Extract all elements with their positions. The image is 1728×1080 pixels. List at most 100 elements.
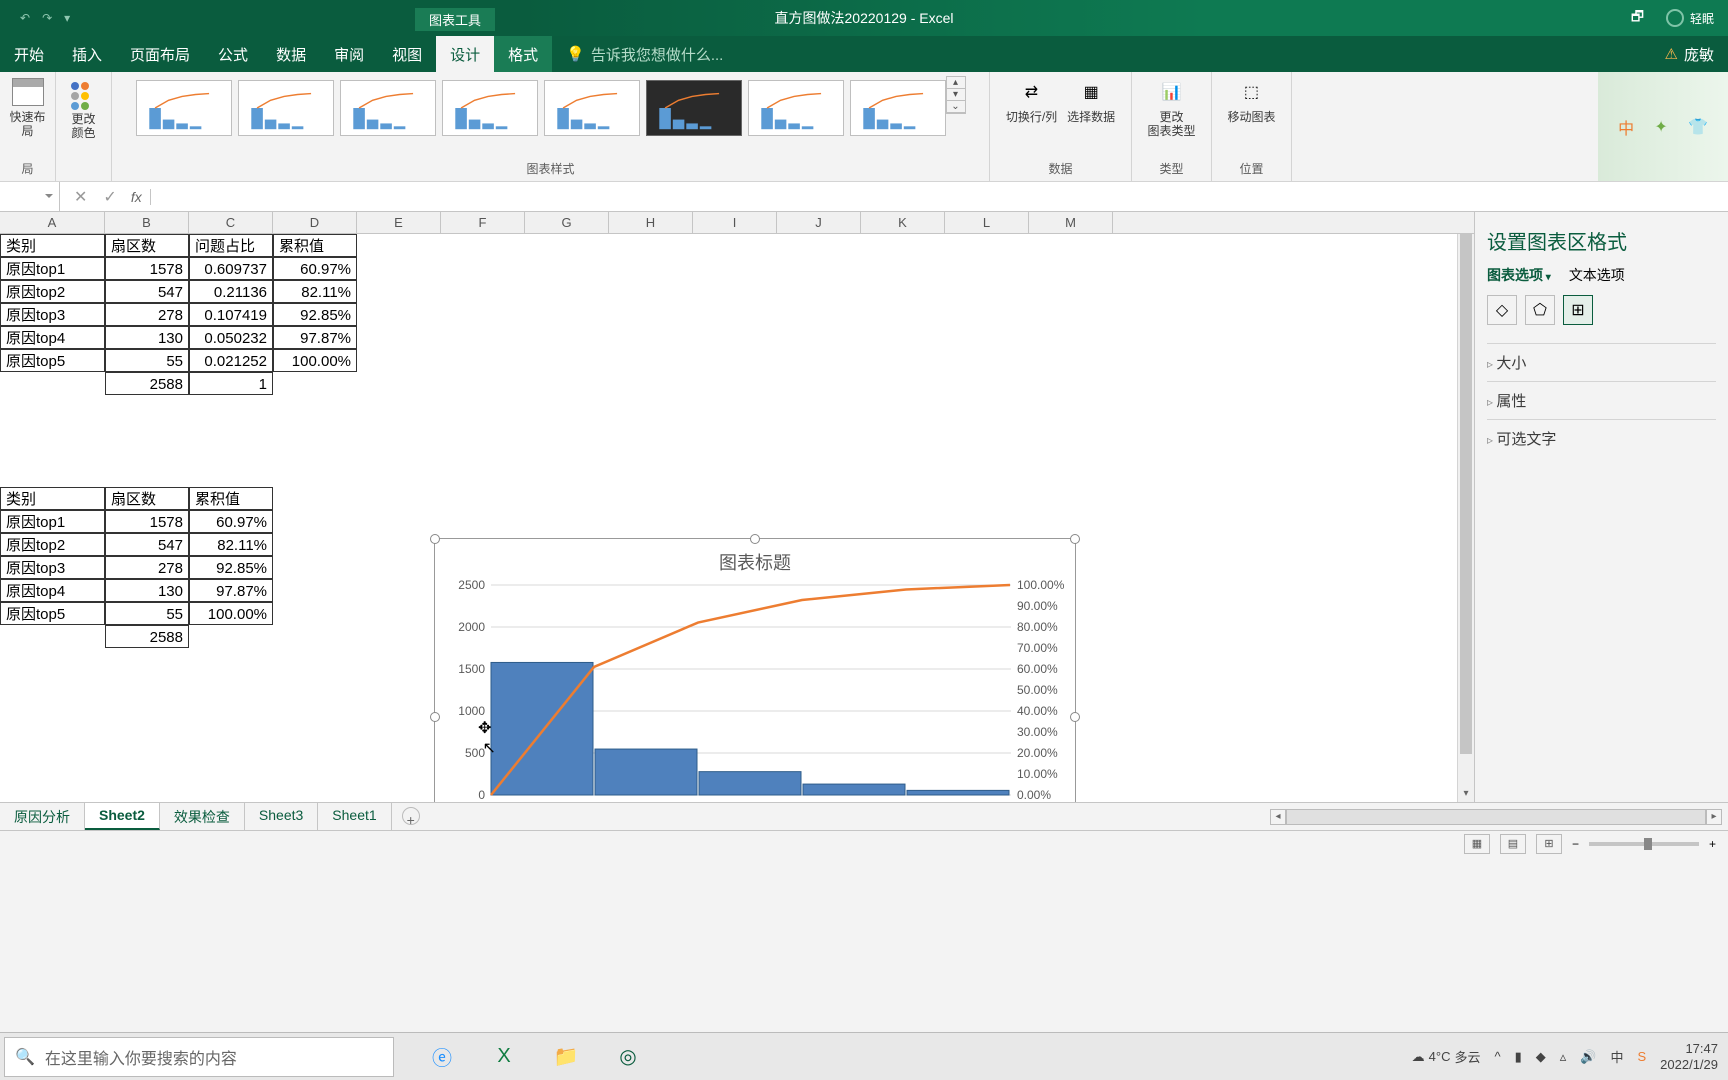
- cell[interactable]: 82.11%: [189, 533, 273, 556]
- tab-review[interactable]: 审阅: [320, 36, 378, 72]
- col-header-I[interactable]: I: [693, 212, 777, 233]
- cell[interactable]: 0.21136: [189, 280, 273, 303]
- resize-handle-tm[interactable]: [750, 534, 760, 544]
- tab-insert[interactable]: 插入: [58, 36, 116, 72]
- col-header-H[interactable]: H: [609, 212, 693, 233]
- app-excel[interactable]: X: [486, 1039, 522, 1075]
- cell[interactable]: 原因top4: [0, 579, 105, 602]
- cell[interactable]: 扇区数: [105, 234, 189, 257]
- hscroll-track[interactable]: [1286, 809, 1706, 825]
- restore-icon[interactable]: 🗗: [1631, 6, 1644, 30]
- resize-handle-tr[interactable]: [1070, 534, 1080, 544]
- chart-title[interactable]: 图表标题: [435, 539, 1075, 575]
- scrollbar-thumb[interactable]: [1460, 234, 1472, 754]
- chart-style-6[interactable]: [646, 80, 742, 136]
- chart-style-1[interactable]: [136, 80, 232, 136]
- cell[interactable]: 97.87%: [273, 326, 357, 349]
- redo-icon[interactable]: ↷: [42, 11, 52, 25]
- styles-scroll-down[interactable]: ▾: [947, 89, 965, 101]
- app-other[interactable]: ◎: [610, 1039, 646, 1075]
- tray-sogou-icon[interactable]: S: [1637, 1049, 1646, 1064]
- col-header-F[interactable]: F: [441, 212, 525, 233]
- cell[interactable]: 原因top4: [0, 326, 105, 349]
- format-tab-text-options[interactable]: 文本选项: [1569, 265, 1625, 285]
- tab-home[interactable]: 开始: [0, 36, 58, 72]
- cell[interactable]: 类别: [0, 487, 105, 510]
- cell[interactable]: 0.050232: [189, 326, 273, 349]
- change-chart-type-button[interactable]: 📊 更改 图表类型: [1147, 76, 1195, 139]
- tray-ime-icon[interactable]: 中: [1610, 1047, 1623, 1066]
- cell[interactable]: 278: [105, 556, 189, 579]
- tab-pagelayout[interactable]: 页面布局: [116, 36, 204, 72]
- cell[interactable]: 97.87%: [189, 579, 273, 602]
- add-sheet-button[interactable]: +: [402, 807, 420, 825]
- scroll-down-arrow[interactable]: ▾: [1458, 785, 1474, 802]
- chart-style-5[interactable]: [544, 80, 640, 136]
- styles-scroll-up[interactable]: ▴: [947, 77, 965, 89]
- cell[interactable]: 547: [105, 533, 189, 556]
- cell[interactable]: 55: [105, 602, 189, 625]
- cell[interactable]: 问题占比: [189, 234, 273, 257]
- move-chart-button[interactable]: ⬚ 移动图表: [1227, 76, 1275, 124]
- cell[interactable]: 60.97%: [273, 257, 357, 280]
- cell[interactable]: 0.609737: [189, 257, 273, 280]
- cell[interactable]: 547: [105, 280, 189, 303]
- cell[interactable]: 扇区数: [105, 487, 189, 510]
- col-header-E[interactable]: E: [357, 212, 441, 233]
- app-explorer[interactable]: 📁: [548, 1039, 584, 1075]
- chart-style-3[interactable]: [340, 80, 436, 136]
- tray-volume-icon[interactable]: 🔊: [1580, 1049, 1596, 1065]
- styles-more[interactable]: ⌄: [947, 101, 965, 113]
- formula-input[interactable]: [151, 189, 1728, 204]
- col-header-G[interactable]: G: [525, 212, 609, 233]
- name-box[interactable]: [0, 182, 60, 211]
- fx-icon[interactable]: fx: [131, 189, 151, 205]
- hscroll-left[interactable]: ◂: [1270, 809, 1286, 825]
- col-header-B[interactable]: B: [105, 212, 189, 233]
- col-header-M[interactable]: M: [1029, 212, 1113, 233]
- cell[interactable]: 类别: [0, 234, 105, 257]
- col-header-L[interactable]: L: [945, 212, 1029, 233]
- section-size[interactable]: 大小: [1487, 343, 1716, 381]
- worksheet-grid[interactable]: A B C D E F G H I J K L M 类别扇区数问题占比累积值原因…: [0, 212, 1474, 802]
- cell[interactable]: 原因top3: [0, 303, 105, 326]
- cell[interactable]: 原因top5: [0, 349, 105, 372]
- switch-rowcol-button[interactable]: ⇄ 切换行/列: [1006, 76, 1057, 124]
- undo-icon[interactable]: ↶: [20, 11, 30, 25]
- cell[interactable]: 100.00%: [273, 349, 357, 372]
- chart-style-4[interactable]: [442, 80, 538, 136]
- section-alt-text[interactable]: 可选文字: [1487, 419, 1716, 457]
- cell[interactable]: 60.97%: [189, 510, 273, 533]
- qat-dropdown-icon[interactable]: ▾: [64, 11, 70, 25]
- col-header-K[interactable]: K: [861, 212, 945, 233]
- col-header-C[interactable]: C: [189, 212, 273, 233]
- resize-handle-tl[interactable]: [430, 534, 440, 544]
- vertical-scrollbar[interactable]: ▾: [1457, 234, 1474, 802]
- cell[interactable]: 2588: [105, 625, 189, 648]
- enter-icon[interactable]: ✓: [103, 187, 116, 207]
- cell[interactable]: 1: [189, 372, 273, 395]
- format-tab-chart-options[interactable]: 图表选项: [1487, 265, 1551, 285]
- chart-style-8[interactable]: [850, 80, 946, 136]
- app-ie[interactable]: ⓔ: [424, 1039, 460, 1075]
- hscroll-right[interactable]: ▸: [1706, 809, 1722, 825]
- sheet-tab-2[interactable]: Sheet2: [85, 803, 160, 830]
- effects-icon[interactable]: ⬠: [1525, 295, 1555, 325]
- tellme-search[interactable]: 💡 告诉我您想做什么...: [552, 36, 1664, 72]
- tab-format[interactable]: 格式: [494, 36, 552, 72]
- sheet-tab-5[interactable]: Sheet1: [318, 803, 391, 830]
- cell[interactable]: 原因top1: [0, 257, 105, 280]
- taskbar-search[interactable]: 🔍 在这里输入你要搜索的内容: [4, 1037, 394, 1077]
- cancel-icon[interactable]: ✕: [74, 187, 87, 207]
- sheet-tab-4[interactable]: Sheet3: [245, 803, 318, 830]
- zoom-in-button[interactable]: +: [1709, 837, 1716, 851]
- tray-network-icon[interactable]: ▵: [1560, 1049, 1567, 1065]
- account-badge[interactable]: 轻眠: [1666, 9, 1714, 27]
- size-properties-icon[interactable]: ⊞: [1563, 295, 1593, 325]
- tab-formulas[interactable]: 公式: [204, 36, 262, 72]
- cell[interactable]: 累积值: [273, 234, 357, 257]
- cell[interactable]: 92.85%: [189, 556, 273, 579]
- cell[interactable]: 55: [105, 349, 189, 372]
- addin-icon-3[interactable]: 👕: [1688, 117, 1708, 137]
- cell[interactable]: 0.107419: [189, 303, 273, 326]
